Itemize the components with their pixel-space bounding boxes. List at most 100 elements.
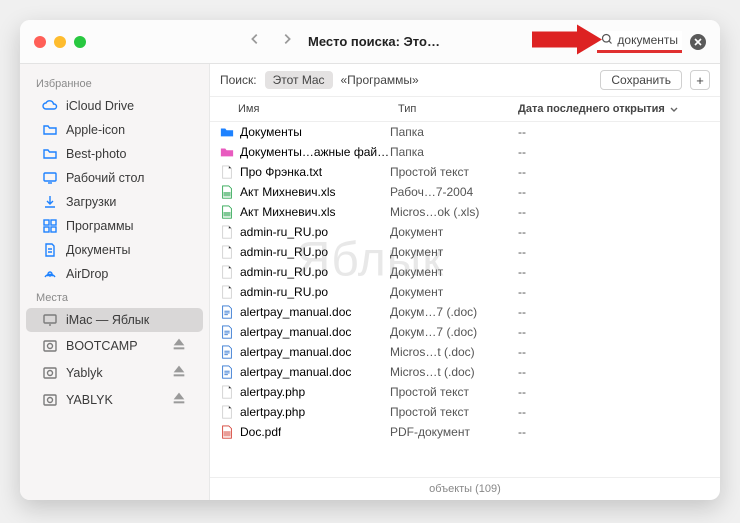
imac-icon — [42, 312, 58, 328]
sidebar-item-icloud-drive[interactable]: iCloud Drive — [26, 94, 203, 118]
doc-blue-icon — [220, 305, 234, 319]
download-icon — [42, 194, 58, 210]
file-row[interactable]: alertpay.phpПростой текст-- — [210, 402, 720, 422]
doc-green-icon — [220, 205, 234, 219]
file-row[interactable]: admin-ru_RU.poДокумент-- — [210, 222, 720, 242]
file-row[interactable]: alertpay_manual.docДокум…7 (.doc)-- — [210, 322, 720, 342]
file-name: alertpay.php — [240, 385, 305, 399]
doc-gray-icon — [220, 285, 234, 299]
file-row[interactable]: admin-ru_RU.poДокумент-- — [210, 262, 720, 282]
sidebar-item-best-photo[interactable]: Best-photo — [26, 142, 203, 166]
close-button[interactable] — [34, 36, 46, 48]
file-row[interactable]: Про Фрэнка.txtПростой текст-- — [210, 162, 720, 182]
sidebar-item-imac-яблык[interactable]: iMac — Яблык — [26, 308, 203, 332]
add-criteria-button[interactable]: + — [690, 70, 710, 90]
file-row[interactable]: admin-ru_RU.poДокумент-- — [210, 282, 720, 302]
doc-blue-icon — [220, 325, 234, 339]
sidebar-item-bootcamp[interactable]: BOOTCAMP — [26, 332, 203, 359]
search-query-text: документы — [617, 33, 678, 47]
file-row[interactable]: Акт Михневич.xlsMicros…ok (.xls)-- — [210, 202, 720, 222]
scope-apps[interactable]: «Программы» — [341, 73, 419, 87]
eject-icon[interactable] — [171, 390, 187, 409]
chevron-down-icon — [669, 104, 679, 114]
apps-icon — [42, 218, 58, 234]
sidebar-item-label: Best-photo — [66, 147, 187, 161]
doc-gray-icon — [220, 225, 234, 239]
sidebar-item-yablyk[interactable]: Yablyk — [26, 359, 203, 386]
file-row[interactable]: ДокументыПапка-- — [210, 122, 720, 142]
main-panel: Поиск: Этот Mac «Программы» Сохранить + … — [210, 64, 720, 500]
docs-icon — [42, 242, 58, 258]
file-row[interactable]: alertpay_manual.docMicros…t (.doc)-- — [210, 342, 720, 362]
sidebar-section-title: Избранное — [20, 72, 209, 94]
sidebar-item-документы[interactable]: Документы — [26, 238, 203, 262]
file-type: Micros…ok (.xls) — [390, 205, 510, 219]
file-name: Документы…ажные файлы — [240, 145, 390, 159]
sidebar-item-label: Рабочий стол — [66, 171, 187, 185]
file-row[interactable]: admin-ru_RU.poДокумент-- — [210, 242, 720, 262]
file-type: Рабоч…7-2004 — [390, 185, 510, 199]
sidebar-item-программы[interactable]: Программы — [26, 214, 203, 238]
clear-search-button[interactable] — [690, 34, 706, 50]
file-row[interactable]: Документы…ажные файлыПапка-- — [210, 142, 720, 162]
file-type: Документ — [390, 245, 510, 259]
file-date: -- — [510, 385, 720, 399]
file-type: Документ — [390, 285, 510, 299]
file-date: -- — [510, 425, 720, 439]
search-icon — [601, 33, 613, 48]
file-date: -- — [510, 285, 720, 299]
col-name[interactable]: Имя — [210, 101, 390, 117]
file-row[interactable]: alertpay_manual.docДокум…7 (.doc)-- — [210, 302, 720, 322]
scope-bar: Поиск: Этот Mac «Программы» Сохранить + — [210, 64, 720, 97]
file-date: -- — [510, 165, 720, 179]
sidebar-item-label: Загрузки — [66, 195, 187, 209]
sidebar-item-yablyk[interactable]: YABLYK — [26, 386, 203, 413]
sidebar-item-загрузки[interactable]: Загрузки — [26, 190, 203, 214]
save-search-button[interactable]: Сохранить — [600, 70, 682, 90]
sidebar-item-apple-icon[interactable]: Apple-icon — [26, 118, 203, 142]
file-list[interactable]: ДокументыПапка--Документы…ажные файлыПап… — [210, 122, 720, 477]
file-name: admin-ru_RU.po — [240, 265, 328, 279]
disk-icon — [42, 365, 58, 381]
file-row[interactable]: Doc.pdf PDF-документ-- — [210, 422, 720, 442]
scope-label: Поиск: — [220, 73, 257, 87]
forward-button[interactable] — [280, 32, 294, 51]
back-button[interactable] — [248, 32, 262, 51]
maximize-button[interactable] — [74, 36, 86, 48]
file-type: PDF-документ — [390, 425, 510, 439]
disk-icon — [42, 338, 58, 354]
col-type[interactable]: Тип — [390, 101, 510, 117]
file-type: Папка — [390, 125, 510, 139]
file-row[interactable]: alertpay.phpПростой текст-- — [210, 382, 720, 402]
doc-gray-icon — [220, 245, 234, 259]
file-date: -- — [510, 325, 720, 339]
sidebar: ИзбранноеiCloud DriveApple-icon Best-phot… — [20, 64, 210, 500]
window-title: Место поиска: Это… — [308, 34, 440, 49]
sidebar-item-label: Yablyk — [66, 366, 163, 380]
file-type: Документ — [390, 265, 510, 279]
file-date: -- — [510, 205, 720, 219]
sidebar-item-airdrop[interactable]: AirDrop — [26, 262, 203, 286]
eject-icon[interactable] — [171, 336, 187, 355]
airdrop-icon — [42, 266, 58, 282]
finder-window: Место поиска: Это… документы ИзбранноеiC… — [20, 20, 720, 500]
file-name: Акт Михневич.xls — [240, 185, 336, 199]
scope-this-mac[interactable]: Этот Mac — [265, 71, 333, 89]
sidebar-item-label: YABLYK — [66, 393, 163, 407]
file-row[interactable]: alertpay_manual.docMicros…t (.doc)-- — [210, 362, 720, 382]
col-date[interactable]: Дата последнего открытия — [510, 101, 720, 117]
file-type: Простой текст — [390, 405, 510, 419]
file-name: alertpay.php — [240, 405, 305, 419]
sidebar-section-title: Места — [20, 286, 209, 308]
file-name: Doc.pdf — [240, 425, 281, 439]
file-date: -- — [510, 305, 720, 319]
search-input[interactable]: документы — [597, 31, 682, 53]
sidebar-item-рабочий-стол[interactable]: Рабочий стол — [26, 166, 203, 190]
file-row[interactable]: Акт Михневич.xls Рабоч…7-2004-- — [210, 182, 720, 202]
annotation-arrow — [532, 24, 602, 59]
eject-icon[interactable] — [171, 363, 187, 382]
minimize-button[interactable] — [54, 36, 66, 48]
folder-blue-icon — [220, 125, 234, 139]
doc-gray-icon — [220, 405, 234, 419]
file-date: -- — [510, 185, 720, 199]
